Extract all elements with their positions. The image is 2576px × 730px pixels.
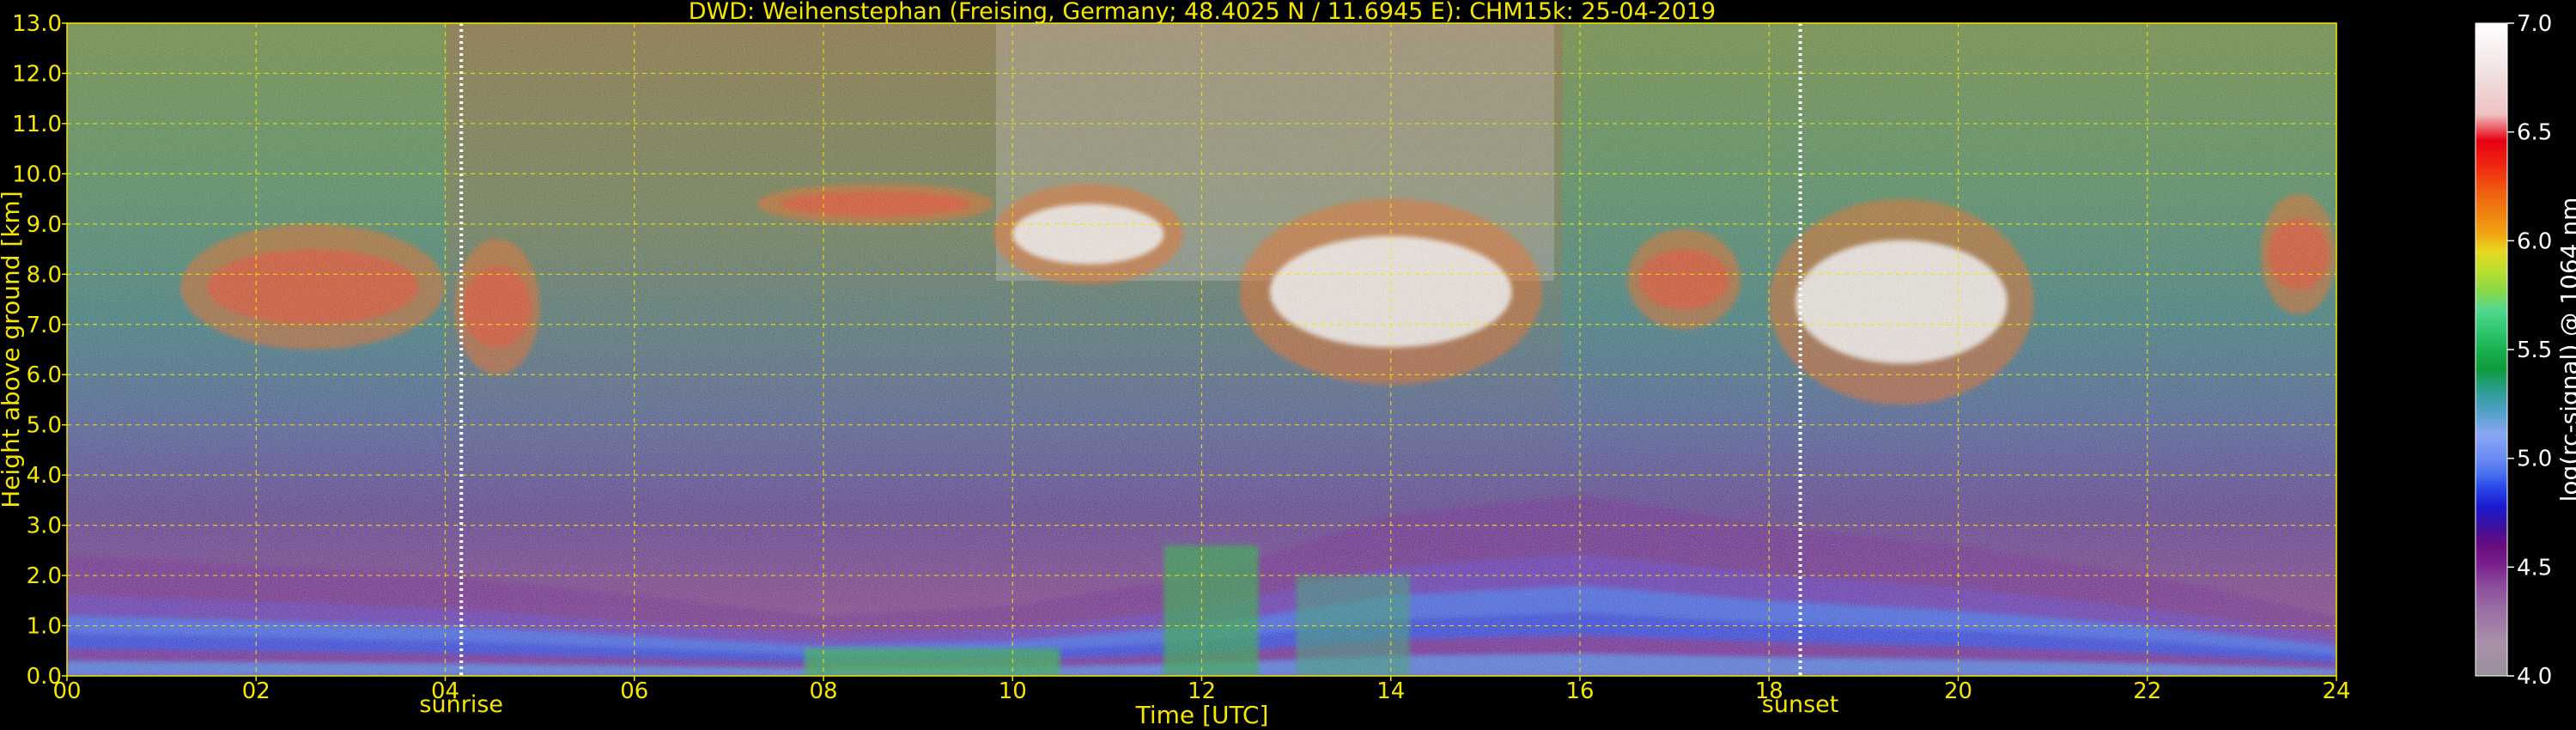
colorbar-tick-label: 6.5: [2517, 120, 2552, 146]
y-tick-label: 1.0: [27, 614, 62, 640]
y-axis-label: Height above ground [km]: [0, 191, 25, 508]
colorbar-tick-label: 7.0: [2517, 11, 2552, 37]
x-tick-label: 16: [1565, 678, 1594, 704]
x-tick-label: 00: [52, 678, 81, 704]
y-tick-label: 9.0: [27, 212, 62, 238]
y-tick-label: 6.0: [27, 362, 62, 388]
colorbar-label: log(rc-signal) @ 1064 nm: [2555, 198, 2576, 502]
x-tick-label: 14: [1376, 678, 1405, 704]
x-axis-label: Time [UTC]: [1135, 701, 1269, 729]
x-tick-label: 08: [809, 678, 837, 704]
y-tick-label: 10.0: [12, 161, 62, 187]
y-tick-label: 7.0: [27, 313, 62, 338]
y-tick-label: 8.0: [27, 262, 62, 288]
colorbar-ticks: 4.0 4.5 5.0 5.5 6.0 6.5 7.0: [2507, 11, 2552, 690]
colorbar-tick-label: 5.0: [2517, 447, 2552, 472]
x-tick-label: 10: [999, 678, 1027, 704]
colorbar: [2476, 23, 2507, 676]
y-tick-label: 12.0: [12, 61, 62, 87]
x-tick-label: 02: [242, 678, 270, 704]
colorbar-tick-label: 4.5: [2517, 555, 2552, 581]
x-tick-label: 18: [1755, 678, 1783, 704]
x-tick-label: 06: [620, 678, 648, 704]
colorbar-tick-label: 6.0: [2517, 228, 2552, 254]
y-tick-label: 3.0: [27, 514, 62, 539]
y-tick-label: 11.0: [12, 112, 62, 137]
y-tick-label: 13.0: [12, 11, 62, 37]
y-tick-label: 2.0: [27, 563, 62, 589]
colorbar-tick-label: 5.5: [2517, 338, 2552, 363]
ceilometer-plot: DWD: Weihenstephan (Freising, Germany; 4…: [0, 0, 2576, 729]
y-tick-label: 5.0: [27, 413, 62, 439]
x-tick-label: 04: [431, 678, 459, 704]
y-tick-label: 4.0: [27, 463, 62, 489]
x-tick-label: 20: [1944, 678, 1972, 704]
x-tick-label: 22: [2133, 678, 2161, 704]
x-tick-label: 24: [2322, 678, 2350, 704]
chart-title: DWD: Weihenstephan (Freising, Germany; 4…: [689, 0, 1716, 25]
colorbar-tick-label: 4.0: [2517, 664, 2552, 690]
